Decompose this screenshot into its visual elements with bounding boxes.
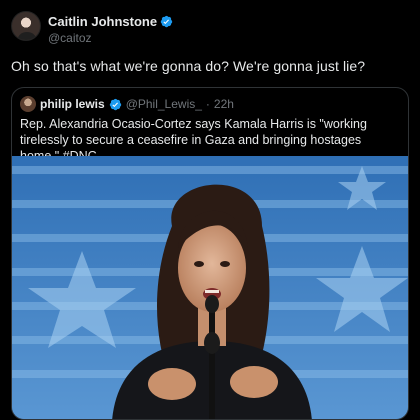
verified-badge-icon (160, 15, 173, 27)
avatar[interactable] (11, 11, 41, 41)
author-name[interactable]: Caitlin Johnstone (48, 14, 157, 29)
tweet: Caitlin Johnstone @caitoz Oh so that's w… (0, 0, 420, 420)
author-handle[interactable]: @caitoz (48, 31, 173, 45)
author-block: Caitlin Johnstone @caitoz (48, 13, 173, 45)
quoted-author-handle[interactable]: @Phil_Lewis_ (126, 97, 202, 111)
verified-badge-icon (109, 98, 121, 110)
quoted-tweet[interactable]: philip lewis @Phil_Lewis_ · 22h Rep. Ale… (11, 87, 409, 420)
quoted-author-name[interactable]: philip lewis (40, 97, 105, 111)
quoted-avatar[interactable] (20, 96, 36, 112)
speaker-photo (12, 156, 408, 419)
quoted-header: philip lewis @Phil_Lewis_ · 22h (20, 95, 234, 113)
quoted-media-image[interactable] (12, 156, 408, 419)
quoted-timestamp[interactable]: 22h (214, 97, 234, 111)
tweet-text: Oh so that's what we're gonna do? We're … (11, 58, 366, 74)
dot-separator: · (205, 97, 210, 111)
